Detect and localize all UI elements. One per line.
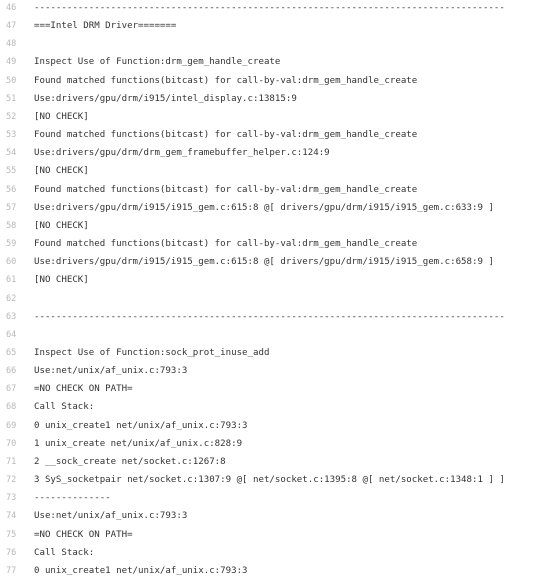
code-line: 71 2 __sock_create net/socket.c:1267:8 [0,453,560,471]
line-number: 63 [6,311,17,322]
line-text: Use:drivers/gpu/drm/i915/i915_gem.c:615:… [34,257,494,268]
line-number: 48 [6,39,17,50]
code-line: 47 ===Intel DRM Driver======= [0,17,560,35]
line-text: Inspect Use of Function:sock_prot_inuse_… [34,347,270,358]
line-number: 77 [6,565,17,576]
line-number: 52 [6,111,17,122]
line-number: 61 [6,275,17,286]
code-line: 50 Found matched functions(bitcast) for c… [0,72,560,90]
line-number: 51 [6,93,17,104]
code-line: 59 Found matched functions(bitcast) for c… [0,235,560,253]
line-text: 1 unix_create net/unix/af_unix.c:828:9 [34,438,243,449]
line-text: Use:drivers/gpu/drm/i915/intel_display.c… [34,93,297,104]
code-line: 48 [0,35,560,53]
line-number: 69 [6,420,17,431]
line-number: 64 [6,329,17,340]
code-line: 54 Use:drivers/gpu/drm/drm_gem_framebuffe… [0,144,560,162]
line-number: 70 [6,438,17,449]
line-text: Found matched functions(bitcast) for cal… [34,75,418,86]
code-line: 68 Call Stack: [0,398,560,416]
line-number: 75 [6,529,17,540]
code-line: 73 -------------- [0,489,560,507]
line-number: 54 [6,148,17,159]
code-line: 49 Inspect Use of Function:drm_gem_handle… [0,53,560,71]
code-line: 53 Found matched functions(bitcast) for c… [0,126,560,144]
line-text: Found matched functions(bitcast) for cal… [34,184,418,195]
line-number: 67 [6,384,17,395]
code-line: 57 Use:drivers/gpu/drm/i915/i915_gem.c:61… [0,199,560,217]
line-text: Use:drivers/gpu/drm/drm_gem_framebuffer_… [34,148,330,159]
line-number: 62 [6,293,17,304]
line-number: 72 [6,475,17,486]
code-line: 66 Use:net/unix/af_unix.c:793:3 [0,362,560,380]
code-line: 60 Use:drivers/gpu/drm/i915/i915_gem.c:61… [0,253,560,271]
line-text: 0 unix_create1 net/unix/af_unix.c:793:3 [34,565,248,576]
code-line: 62 [0,290,560,308]
line-text: Found matched functions(bitcast) for cal… [34,130,418,141]
line-number: 58 [6,220,17,231]
line-text: 0 unix_create1 net/unix/af_unix.c:793:3 [34,420,248,431]
line-text: [NO CHECK] [34,275,89,286]
line-text: Use:drivers/gpu/drm/i915/i915_gem.c:615:… [34,202,494,213]
line-text: ----------------------------------------… [34,3,505,13]
code-line: 65 Inspect Use of Function:sock_prot_inus… [0,344,560,362]
line-text: [NO CHECK] [34,166,89,177]
code-line: 75 =NO CHECK ON PATH= [0,526,560,544]
code-line: 70 1 unix_create net/unix/af_unix.c:828:9 [0,435,560,453]
line-text: ----------------------------------------… [34,311,505,322]
line-text: Found matched functions(bitcast) for cal… [34,239,418,250]
line-number: 60 [6,257,17,268]
line-text: =NO CHECK ON PATH= [34,384,133,395]
line-text: Inspect Use of Function:drm_gem_handle_c… [34,57,281,68]
line-number: 50 [6,75,17,86]
line-text: [NO CHECK] [34,111,89,122]
code-line: 77 0 unix_create1 net/unix/af_unix.c:793:… [0,562,560,580]
line-text: Use:net/unix/af_unix.c:793:3 [34,511,188,522]
line-text: 3 SyS_socketpair net/socket.c:1307:9 @[ … [34,475,505,486]
line-text: Call Stack: [34,402,95,413]
line-text: [NO CHECK] [34,220,89,231]
line-number: 59 [6,239,17,250]
code-line: 69 0 unix_create1 net/unix/af_unix.c:793:… [0,417,560,435]
line-number: 53 [6,130,17,141]
code-line: 51 Use:drivers/gpu/drm/i915/intel_display… [0,90,560,108]
line-number: 68 [6,402,17,413]
line-number: 76 [6,547,17,558]
code-line: 72 3 SyS_socketpair net/socket.c:1307:9 @… [0,471,560,489]
line-number: 47 [6,21,17,32]
line-number: 71 [6,456,17,467]
line-text: ===Intel DRM Driver======= [34,21,177,32]
code-listing: 46 --------------------------------------… [0,0,560,580]
line-text: Use:net/unix/af_unix.c:793:3 [34,366,188,377]
line-number: 55 [6,166,17,177]
code-line: 74 Use:net/unix/af_unix.c:793:3 [0,507,560,525]
code-line: 55 [NO CHECK] [0,162,560,180]
code-line: 64 [0,326,560,344]
line-text: Call Stack: [34,547,95,558]
line-text: =NO CHECK ON PATH= [34,529,133,540]
line-number: 65 [6,347,17,358]
line-number: 49 [6,57,17,68]
code-line: 61 [NO CHECK] [0,271,560,289]
code-line: 63 --------------------------------------… [0,308,560,326]
line-number: 46 [6,3,17,13]
code-line: 46 --------------------------------------… [0,0,560,17]
line-number: 56 [6,184,17,195]
code-line: 76 Call Stack: [0,544,560,562]
line-number: 74 [6,511,17,522]
line-number: 66 [6,366,17,377]
line-text: -------------- [34,493,111,504]
code-line: 67 =NO CHECK ON PATH= [0,380,560,398]
code-line: 58 [NO CHECK] [0,217,560,235]
code-line: 52 [NO CHECK] [0,108,560,126]
line-number: 57 [6,202,17,213]
line-text: 2 __sock_create net/socket.c:1267:8 [34,456,226,467]
code-line: 56 Found matched functions(bitcast) for c… [0,181,560,199]
line-number: 73 [6,493,17,504]
